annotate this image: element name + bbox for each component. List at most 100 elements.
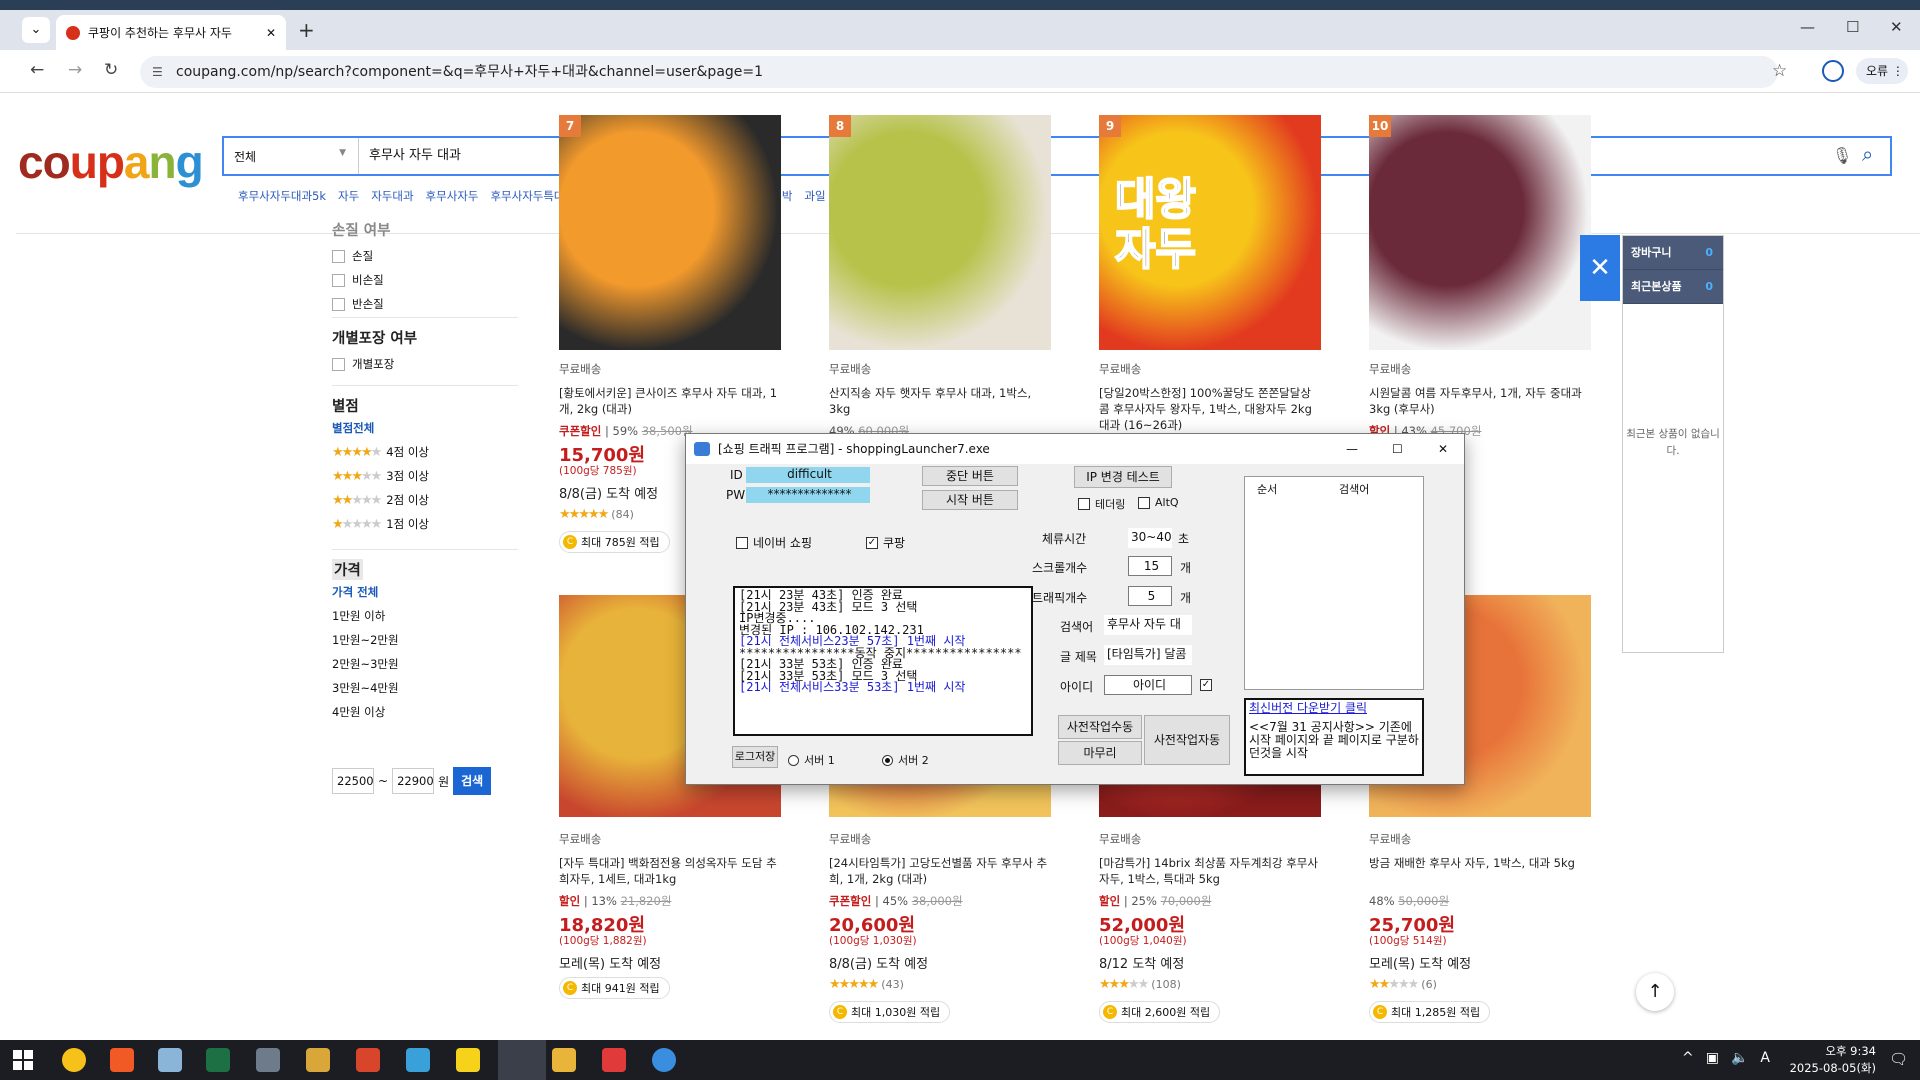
dialog-minimize-icon[interactable]: — [1346,434,1358,464]
keyword-input[interactable]: 후무사 자두 대 [1104,615,1192,635]
filter-checkbox-option[interactable]: 개별포장 [332,352,518,376]
product-image[interactable]: 8 [829,115,1051,350]
coupang-checkbox[interactable]: ✓ 쿠팡 [866,534,905,551]
product-image[interactable]: 9 대왕 자두 [1099,115,1321,350]
price-all-link[interactable]: 가격 전체 [332,580,518,604]
checkbox[interactable] [332,249,345,263]
price-filter-option[interactable]: 3만원~4만원 [332,676,518,700]
rating-all-link[interactable]: 별점전체 [332,416,518,440]
dialog-maximize-icon[interactable]: ☐ [1392,434,1403,464]
price-filter-option[interactable]: 4만원 이상 [332,700,518,724]
checkbox[interactable] [332,273,345,287]
recent-item[interactable]: 최근본상품 0 [1623,270,1723,304]
server1-radio[interactable]: 서버 1 [788,752,835,768]
tab-close-icon[interactable]: ✕ [266,26,276,40]
server2-radio[interactable]: 서버 2 [882,752,929,768]
log-save-button[interactable]: 로그저장 [732,746,778,768]
pre-manual-button[interactable]: 사전작업수동 [1058,715,1142,739]
windows-start-icon[interactable] [12,1049,34,1071]
launcher-taskbar-icon[interactable] [498,1040,546,1080]
rating-filter-option[interactable]: ★★★★★ 4점 이상 [332,440,518,464]
dialog-titlebar[interactable]: [쇼핑 트래픽 프로그램] - shoppingLauncher7.exe — … [686,434,1464,464]
product-image[interactable]: 7 [559,115,781,350]
price-min-input[interactable]: 22500 [332,768,374,794]
volume-icon[interactable]: 🔈 [1731,1050,1748,1066]
close-window-icon[interactable]: ✕ [1890,18,1903,36]
related-keyword-link[interactable]: 후무사자두대과5k [238,188,326,204]
kakaotalk-tray-icon[interactable]: ▣ [1706,1050,1719,1066]
ip-test-button[interactable]: IP 변경 테스트 [1074,466,1172,488]
search-icon[interactable]: ⌕ [1862,142,1873,166]
scroll-top-button[interactable]: ↑ [1636,973,1674,1011]
related-keyword-link[interactable]: 과일 [804,188,825,204]
profile-icon[interactable] [1822,60,1844,82]
traffic-input[interactable]: 5 [1128,586,1172,606]
app-icon-4[interactable] [602,1048,626,1072]
close-panel-icon[interactable]: ✕ [1580,235,1620,301]
bookmark-star-icon[interactable]: ☆ [1772,61,1787,81]
minimize-icon[interactable]: — [1800,18,1815,36]
back-icon[interactable]: ← [30,60,44,80]
chrome-icon[interactable] [652,1048,676,1072]
related-keyword-link[interactable]: 후무사자두 [426,188,479,204]
file-explorer-icon[interactable] [552,1048,576,1072]
browser-tab[interactable]: 쿠팡이 추천하는 후무사 자두 ✕ [56,15,286,50]
address-bar[interactable]: ☰ coupang.com/np/search?component=&q=후무사… [140,56,1778,88]
search-category-select[interactable]: 전체 ▼ [224,138,359,174]
log-textbox[interactable]: [21시 23분 43초] 인증 완료 [21시 23분 43초] 모드 3 선택… [733,586,1033,736]
checkbox[interactable] [332,297,345,311]
product-image[interactable]: 10 [1369,115,1591,350]
pw-input[interactable]: ************** [746,487,870,503]
tethering-checkbox[interactable]: 테더링 [1078,496,1125,512]
price-filter-option[interactable]: 1만원 이하 [332,604,518,628]
user-input[interactable]: 아이디 [1104,675,1192,695]
stop-button[interactable]: 중단 버튼 [922,466,1018,486]
cart-item[interactable]: 장바구니 0 [1623,236,1723,270]
tray-expand-icon[interactable]: ^ [1682,1050,1694,1066]
price-filter-option[interactable]: 1만원~2만원 [332,628,518,652]
maximize-icon[interactable]: ☐ [1846,18,1859,36]
clock[interactable]: 오후 9:34 2025-08-05(화) [1790,1043,1876,1077]
ime-indicator[interactable]: A [1760,1050,1770,1066]
reload-icon[interactable]: ↻ [104,60,118,80]
calculator-icon[interactable] [256,1048,280,1072]
user-checkbox[interactable]: ✓ [1200,679,1212,691]
dialog-close-icon[interactable]: ✕ [1438,434,1448,464]
app-icon-2[interactable] [356,1048,380,1072]
scroll-input[interactable]: 15 [1128,556,1172,576]
coupang-logo[interactable]: coupang [18,135,204,189]
search-input[interactable]: 후무사 자두 대과 [369,138,461,174]
subject-input[interactable]: [타임특가] 달콤 [1104,645,1192,665]
rating-filter-option[interactable]: ★★★★★ 3점 이상 [332,464,518,488]
app-icon-3[interactable] [406,1048,430,1072]
price-search-button[interactable]: 검색 [453,767,492,795]
altq-checkbox[interactable]: AltQ [1138,496,1179,509]
filter-checkbox-option[interactable]: 비손질 [332,268,518,292]
rating-filter-option[interactable]: ★★★★★ 2점 이상 [332,488,518,512]
forward-icon[interactable]: → [68,60,82,80]
filter-checkbox-option[interactable]: 손질 [332,244,518,268]
related-keyword-link[interactable]: 자두대과 [371,188,413,204]
new-tab-icon[interactable]: + [298,18,315,42]
id-input[interactable]: difficult [746,467,870,483]
media-player-icon[interactable] [62,1048,86,1072]
pre-auto-button[interactable]: 사전작업자동 [1144,715,1230,765]
stay-input[interactable]: 30~40 [1128,528,1172,548]
related-keyword-link[interactable]: 자두 [338,188,359,204]
notepad-icon[interactable] [158,1048,182,1072]
site-info-icon[interactable]: ☰ [152,56,163,88]
naver-checkbox[interactable]: 네이버 쇼핑 [736,534,812,551]
checkbox[interactable] [332,357,345,371]
microphone-icon[interactable]: 🎙 [1832,146,1852,165]
finish-button[interactable]: 마무리 [1058,741,1142,765]
tab-search-button[interactable]: ⌄ [22,17,50,43]
rating-filter-option[interactable]: ★★★★★ 1점 이상 [332,512,518,536]
profile-error-button[interactable]: 오류 ⋮ [1856,58,1908,84]
price-filter-option[interactable]: 2만원~3만원 [332,652,518,676]
excel-icon[interactable] [206,1048,230,1072]
keyword-list[interactable]: 순서 검색어 [1244,476,1424,690]
download-link[interactable]: 최신버전 다운받기 클릭 [1249,702,1419,715]
filter-checkbox-option[interactable]: 반손질 [332,292,518,316]
app-icon-1[interactable] [306,1048,330,1072]
price-max-input[interactable]: 22900 [392,768,435,794]
